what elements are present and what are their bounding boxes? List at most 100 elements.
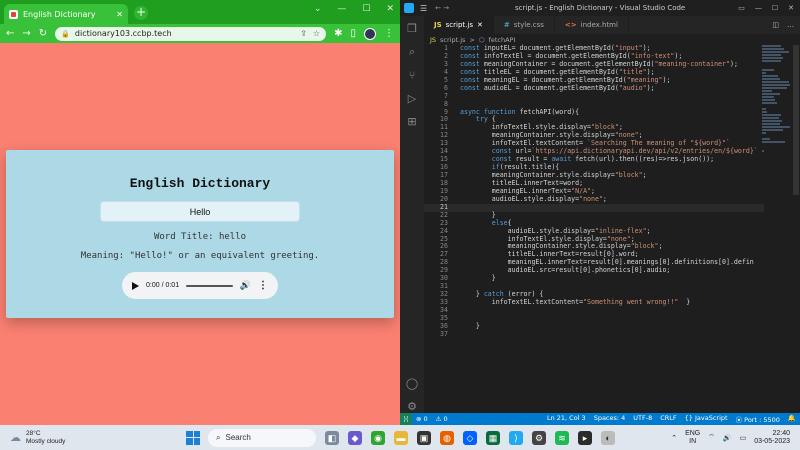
code-line[interactable]: 36 } [424,322,764,331]
code-line[interactable]: 7 [424,92,764,101]
close-tab-icon[interactable]: ✕ [477,21,483,29]
windows-start-icon[interactable] [186,430,200,445]
code-line[interactable]: 6 const audioEL = document.getElementById… [424,84,764,93]
run-debug-icon[interactable]: ▷ [408,92,416,105]
audio-player[interactable]: 0:00 / 0:01 🔊 ⋮ [122,272,278,299]
split-editor-icon[interactable]: ◫ [772,21,779,29]
vscode-app-icon[interactable]: ⟩ [509,430,523,445]
minimize-icon[interactable]: — [337,4,346,14]
code-text[interactable]: infoTextEL.textContent="Something went w… [448,298,691,307]
status-port[interactable]: ⦿ Port : 5500 [732,414,784,424]
dropbox-icon[interactable]: ◇ [463,430,477,445]
more-options-icon[interactable]: ⋮ [258,280,268,291]
chrome-menu-icon[interactable]: ⋮ [384,28,394,39]
status-spaces[interactable]: Spaces: 4 [590,414,630,424]
extensions-icon[interactable]: ⊞ [407,115,416,128]
layout-icon[interactable]: ▭ [738,4,745,12]
breadcrumb-file[interactable]: script.js [440,36,465,44]
maximize-icon[interactable]: ☐ [772,4,778,12]
breadcrumb-symbol[interactable]: fetchAPI [489,36,516,44]
code-text[interactable] [448,331,460,339]
code-text[interactable] [448,204,460,212]
forward-icon[interactable]: → [22,28,30,39]
minimap[interactable] [762,45,790,152]
remote-icon[interactable]: ⟩⟨ [400,413,412,425]
nav-arrows-icon[interactable]: ← → [435,4,449,12]
code-text[interactable]: const audioEL = document.getElementById(… [448,84,655,93]
address-bar[interactable]: 🔒 dictionary103.ccbp.tech ⇪ ☆ [55,26,327,41]
code-line[interactable]: 20 audioEL.style.display="none"; [424,195,764,204]
code-text[interactable] [448,93,460,101]
bookmark-star-icon[interactable]: ☆ [313,29,320,38]
close-tab-icon[interactable]: ✕ [116,10,123,19]
code-editor[interactable]: 1 const inputEL= document.getElementById(… [424,44,764,413]
misc-app-icon[interactable]: ◐ [601,430,615,445]
tray-chevron-icon[interactable]: ⌃ [671,434,677,442]
code-line[interactable]: 37 [424,330,764,339]
tab-script-js[interactable]: JS script.js ✕ [424,16,494,34]
status-language[interactable]: {} JavaScript [681,414,732,424]
new-tab-button[interactable]: + [134,6,148,20]
side-panel-icon[interactable]: ▯ [350,28,356,39]
explorer-icon[interactable]: ❐ [407,22,417,35]
store-icon[interactable]: ▣ [417,430,431,445]
profile-avatar[interactable] [364,27,376,40]
spotify-icon[interactable]: ≋ [555,430,569,445]
word-input[interactable] [100,201,300,222]
share-icon[interactable]: ⇪ [300,29,307,38]
code-line[interactable]: 30 } [424,274,764,283]
play-icon[interactable] [132,281,139,290]
battery-icon[interactable]: ▭ [740,434,747,442]
audio-progress-bar[interactable] [186,284,233,287]
code-line[interactable]: 33 infoTextEL.textContent="Something wen… [424,298,764,307]
back-icon[interactable]: ← [6,28,14,39]
code-text[interactable]: audioEL.style.display="none"; [448,195,607,204]
code-text[interactable] [448,101,460,109]
clock[interactable]: 22:40 03-05-2023 [754,430,790,446]
chrome-app-icon[interactable]: ◉ [371,430,385,445]
app-icon[interactable]: ▦ [486,430,500,445]
code-text[interactable] [448,283,460,291]
minimize-icon[interactable]: — [755,4,762,12]
close-window-icon[interactable]: ✕ [386,4,394,14]
volume-icon[interactable]: 🔊 [723,434,732,442]
account-icon[interactable]: ◯ [406,377,418,390]
status-eol[interactable]: CRLF [656,414,680,424]
tab-search-icon[interactable]: ⌄ [314,4,322,14]
taskbar-search[interactable]: ⌕ Search [208,428,316,447]
more-actions-icon[interactable]: … [787,21,794,29]
task-view-icon[interactable]: ◧ [325,430,339,445]
terminal-icon[interactable]: ▸ [578,430,592,445]
file-explorer-icon[interactable]: ▬ [394,430,408,445]
close-window-icon[interactable]: ✕ [788,4,794,12]
volume-icon[interactable]: 🔊 [240,280,251,291]
code-text[interactable] [448,315,460,323]
status-encoding[interactable]: UTF-8 [629,414,656,424]
status-errors[interactable]: ⊗ 0 [412,415,432,423]
browser-tab[interactable]: English Dictionary ✕ [4,4,128,24]
settings-gear-icon[interactable]: ⚙ [407,400,417,413]
settings-app-icon[interactable]: ⚙ [532,430,546,445]
wifi-icon[interactable]: ⌔ [708,433,715,442]
editor-scrollbar[interactable] [793,45,799,195]
firefox-icon[interactable]: ◍ [440,430,454,445]
tab-index-html[interactable]: <> index.html [555,16,629,34]
maximize-icon[interactable]: ☐ [362,4,370,14]
lock-icon[interactable]: 🔒 [61,30,70,38]
extensions-icon[interactable]: ✱ [334,28,342,39]
language-indicator[interactable]: ENG IN [685,430,700,446]
tab-style-css[interactable]: # style.css [494,16,555,34]
source-control-icon[interactable]: ⑂ [409,69,416,82]
notifications-bell-icon[interactable]: 🔔 [784,414,800,424]
weather-widget[interactable]: ☁ 28°C Mostly cloudy [0,430,180,446]
search-icon[interactable]: ⌕ [409,45,415,59]
status-position[interactable]: Ln 21, Col 3 [543,414,590,424]
menu-icon[interactable]: ☰ [420,4,427,13]
chat-icon[interactable]: ◆ [348,430,362,445]
address-url[interactable]: dictionary103.ccbp.tech [75,29,294,38]
status-warnings[interactable]: ⚠ 0 [432,415,452,423]
code-text[interactable] [448,307,460,315]
code-line[interactable]: 34 [424,306,764,315]
reload-icon[interactable]: ↻ [39,28,47,39]
code-text[interactable]: } [448,322,480,331]
